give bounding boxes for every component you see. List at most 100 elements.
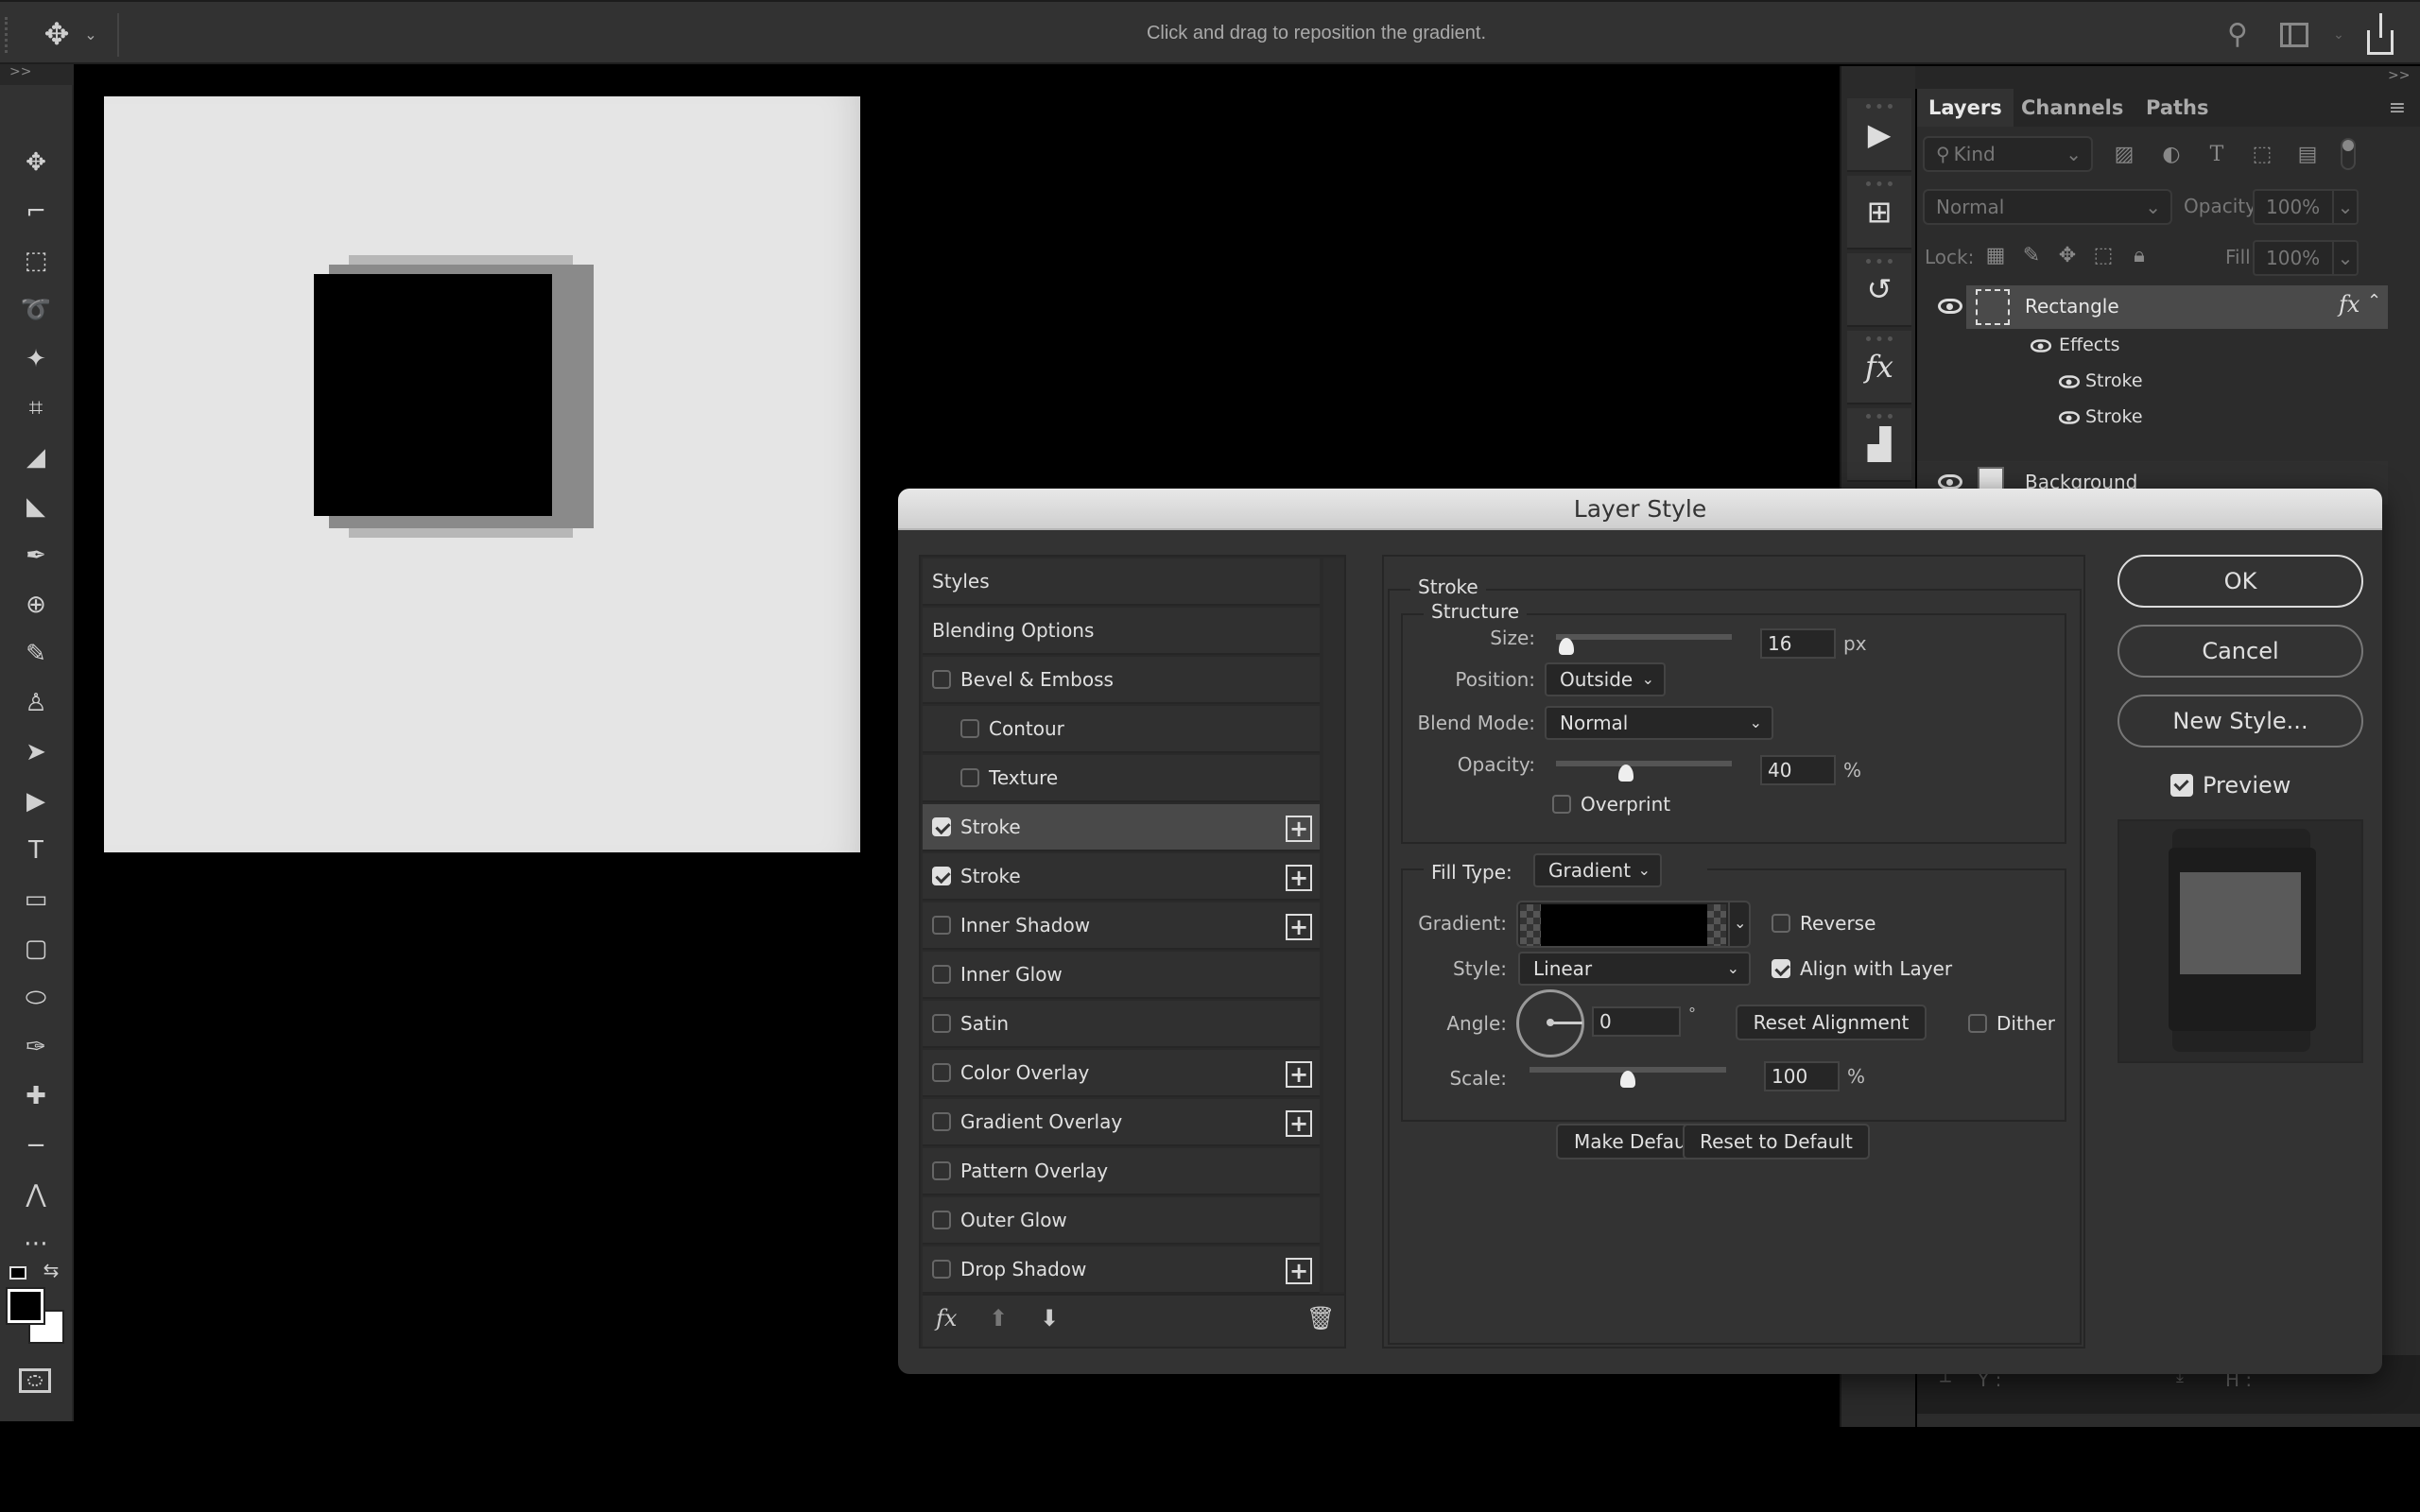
style-item[interactable]: Contour [923, 706, 1320, 753]
stroke-visibility-eye-icon[interactable] [2058, 375, 2081, 388]
reset-alignment-button[interactable]: Reset Alignment [1736, 1005, 1927, 1040]
visibility-eye-icon[interactable] [1938, 299, 1962, 314]
add-instance-icon[interactable]: + [1286, 865, 1312, 891]
style-item[interactable]: Stroke + [923, 804, 1320, 851]
ok-button[interactable]: OK [2118, 555, 2363, 608]
style-item[interactable]: Color Overlay + [923, 1050, 1320, 1097]
color-sampler-icon[interactable]: ⊕ [9, 584, 62, 626]
filter-toggle[interactable] [2341, 138, 2356, 170]
tab-layers[interactable]: Layers [1917, 89, 2014, 127]
style-checkbox[interactable] [932, 1014, 951, 1033]
layer-row-rectangle[interactable]: Rectangle fx ⌃ Effects Stroke Stroke [1917, 285, 2388, 459]
pixel-filter-icon[interactable]: ▨ [2110, 138, 2138, 170]
effect-stroke[interactable]: Stroke [2085, 370, 2143, 391]
lock-pixels-icon[interactable]: ✎ [2019, 240, 2044, 270]
magic-wand-icon[interactable]: ✦ [9, 338, 62, 380]
collapse-dock-right[interactable]: >> [2388, 68, 2410, 83]
shape-filter-icon[interactable]: ⬚ [2248, 138, 2276, 170]
brush-icon[interactable]: ✎ [9, 633, 62, 675]
ellipse-icon[interactable]: ⬭ [9, 977, 62, 1019]
search-icon[interactable]: ⚲ [2221, 15, 2254, 53]
style-item[interactable]: Texture [923, 755, 1320, 802]
visibility-eye-icon[interactable] [1938, 474, 1962, 490]
size-input[interactable]: 16 [1760, 628, 1836, 659]
add-anchor-icon[interactable]: ✚ [9, 1075, 62, 1117]
style-item[interactable]: Drop Shadow + [923, 1246, 1320, 1294]
align-with-layer-checkbox[interactable]: Align with Layer [1772, 957, 1952, 980]
dither-check[interactable] [1968, 1014, 1987, 1033]
move-up-icon[interactable]: ⬆ [989, 1305, 1008, 1332]
new-style-button[interactable]: New Style... [2118, 695, 2363, 747]
workspace-icon[interactable] [2280, 23, 2308, 47]
style-checkbox[interactable] [932, 670, 951, 689]
chevron-down-icon[interactable]: ⌄ [1734, 914, 1746, 932]
actions-button[interactable]: ▶ [1847, 98, 1911, 172]
scale-slider[interactable] [1530, 1067, 1726, 1088]
gradient-picker[interactable]: ⌄ [1516, 901, 1751, 948]
style-checkbox[interactable] [932, 1112, 951, 1131]
style-checkbox[interactable] [932, 1161, 951, 1180]
style-item[interactable]: Blending Options [923, 608, 1320, 655]
cancel-button[interactable]: Cancel [2118, 625, 2363, 678]
rectangle-icon[interactable]: ▭ [9, 879, 62, 920]
slice-icon[interactable]: ◢ [9, 437, 62, 478]
add-instance-icon[interactable]: + [1286, 1110, 1312, 1137]
angle-dial[interactable] [1516, 989, 1584, 1057]
style-item[interactable]: Inner Glow [923, 952, 1320, 999]
marquee-icon[interactable]: ⬚ [9, 240, 62, 282]
position-dropdown[interactable]: Outside ⌄ [1545, 662, 1666, 696]
adjustment-filter-icon[interactable]: ◐ [2157, 138, 2186, 170]
styles-button[interactable]: fx [1847, 331, 1911, 404]
timeline-button[interactable]: ⊞ [1847, 176, 1911, 249]
crop-icon[interactable]: ⌗ [9, 387, 62, 429]
delete-effect-icon[interactable]: 🗑︎ [1306, 1305, 1335, 1332]
blend-mode-dropdown[interactable]: Normal ⌄ [1545, 706, 1773, 740]
size-slider[interactable] [1556, 634, 1732, 655]
style-item[interactable]: Outer Glow [923, 1197, 1320, 1245]
style-checkbox[interactable] [960, 768, 979, 787]
type-icon[interactable]: T [9, 830, 62, 871]
collapse-toolbar-button[interactable]: >> [0, 64, 74, 85]
reverse-check[interactable] [1772, 914, 1790, 933]
lock-artboard-icon[interactable]: ⬚ [2091, 240, 2116, 270]
opacity-dropdown[interactable]: ⌄ [2332, 189, 2359, 225]
gradient-swatch[interactable] [1541, 904, 1707, 946]
style-checkbox[interactable] [932, 867, 951, 885]
rectangle-shape[interactable] [314, 274, 552, 516]
overprint-check[interactable] [1552, 795, 1571, 814]
style-checkbox[interactable] [932, 965, 951, 984]
filter-kind-dropdown[interactable]: ⚲ Kind ⌄ [1923, 136, 2093, 172]
style-checkbox[interactable] [932, 817, 951, 836]
align-check[interactable] [1772, 959, 1790, 978]
smart-object-filter-icon[interactable]: ▤ [2293, 138, 2322, 170]
move-icon[interactable]: ✥ [9, 142, 62, 183]
artboard-icon[interactable]: ⌐ [9, 191, 62, 232]
opacity-input[interactable]: 100% [2253, 189, 2334, 225]
move-down-icon[interactable]: ⬇ [1040, 1305, 1059, 1332]
chevron-down-icon[interactable]: ⌄ [2329, 21, 2348, 49]
more-icon[interactable]: ⋯ [9, 1223, 62, 1264]
eyedropper-icon[interactable]: ✒ [9, 535, 62, 576]
collapse-effects-icon[interactable]: ⌃ [2367, 291, 2381, 311]
fill-dropdown[interactable]: ⌄ [2332, 240, 2359, 276]
overprint-checkbox[interactable]: Overprint [1552, 793, 1670, 816]
effects-visibility-eye-icon[interactable] [2030, 339, 2052, 352]
tab-paths[interactable]: Paths [2135, 89, 2221, 127]
histogram-button[interactable]: ▟ [1847, 408, 1911, 482]
magnetic-lasso-icon[interactable]: ➰ [9, 289, 62, 331]
styles-scrollbar[interactable] [1323, 558, 1344, 1292]
dither-checkbox[interactable]: Dither [1968, 1012, 2055, 1035]
style-item[interactable]: Bevel & Emboss [923, 657, 1320, 704]
opacity-input[interactable]: 40 [1760, 755, 1836, 785]
style-checkbox[interactable] [932, 1063, 951, 1082]
layer-name[interactable]: Rectangle [2025, 295, 2119, 318]
panel-menu-icon[interactable]: ≡ [2384, 94, 2411, 121]
pen-icon[interactable]: ✑ [9, 1026, 62, 1068]
history-button[interactable]: ↺ [1847, 253, 1911, 327]
quick-mask-icon[interactable] [19, 1368, 51, 1393]
style-checkbox[interactable] [960, 719, 979, 738]
preview-checkbox[interactable]: Preview [2170, 772, 2290, 799]
style-checkbox[interactable] [932, 1211, 951, 1229]
reverse-checkbox[interactable]: Reverse [1772, 912, 1876, 935]
opacity-slider[interactable] [1556, 761, 1732, 782]
